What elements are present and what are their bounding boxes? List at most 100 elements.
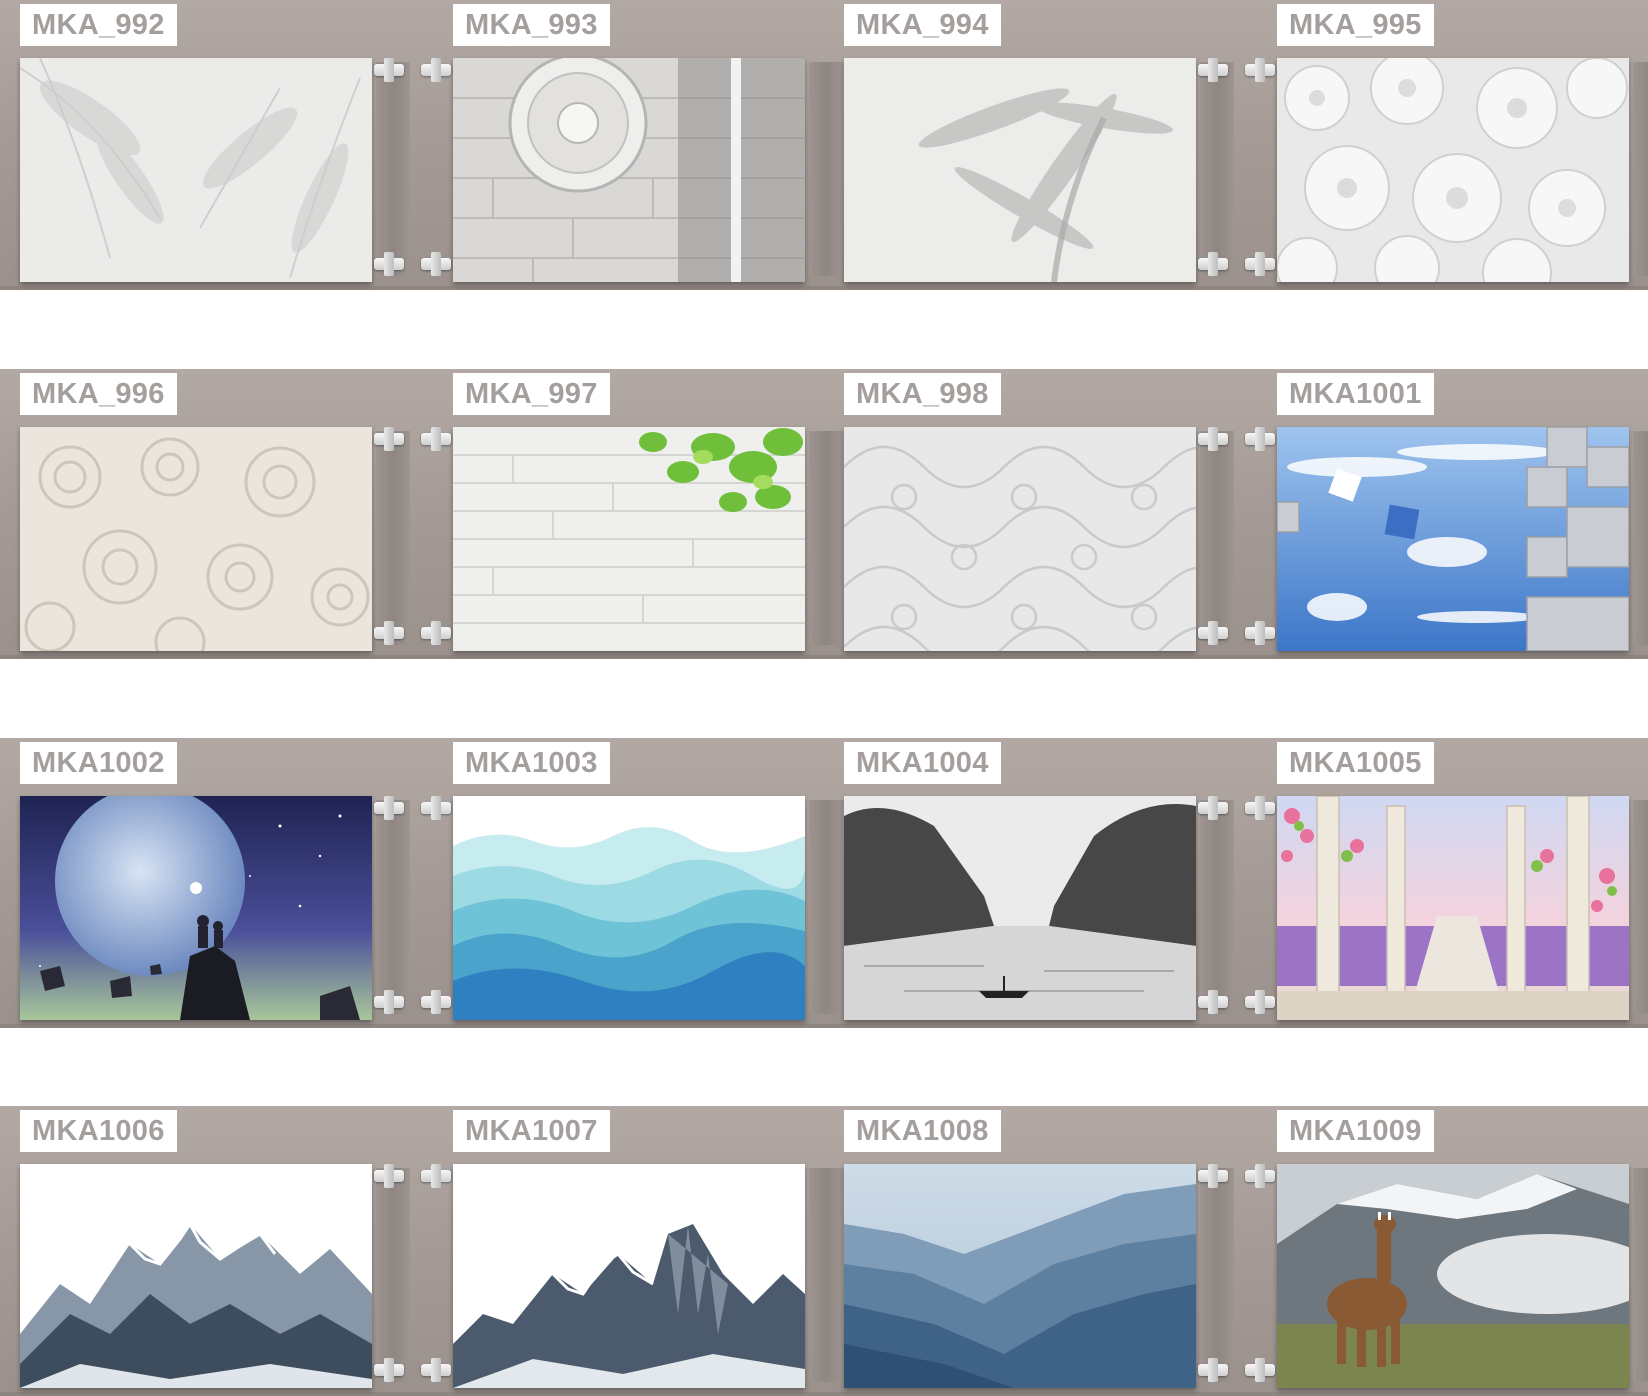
- catalog-row-3: MKA1002 MKA1003 MKA1004 MKA1005: [0, 738, 1648, 1028]
- product-card-mka1001[interactable]: MKA1001: [1245, 369, 1648, 659]
- radiator-valve: [1245, 1358, 1275, 1382]
- product-code: MKA_998: [844, 373, 1001, 415]
- radiator-valve: [1245, 252, 1275, 276]
- radiator-valve: [1245, 427, 1275, 451]
- product-card-mka1005[interactable]: MKA1005: [1245, 738, 1648, 1028]
- product-card-mka1004[interactable]: MKA1004: [844, 738, 1244, 1028]
- radiator-panel-white-brick-ivy: [453, 427, 805, 651]
- radiator-valve: [1245, 796, 1275, 820]
- radiator-panel-blue-watercolor-mountains: [453, 796, 805, 1020]
- product-card-mka1009[interactable]: MKA1009: [1245, 1106, 1648, 1396]
- radiator-panel-brick-rosette: [453, 58, 805, 282]
- radiator-valve: [421, 58, 451, 82]
- product-card-mka1003[interactable]: MKA1003: [421, 738, 853, 1028]
- radiator-valve: [421, 252, 451, 276]
- product-code: MKA_996: [20, 373, 177, 415]
- radiator-panel-sky-puzzle: [1277, 427, 1629, 651]
- radiator-panel-llama-mountains: [1277, 1164, 1629, 1388]
- radiator-pipe: [1200, 431, 1234, 645]
- radiator-valve: [374, 58, 404, 82]
- product-code: MKA_997: [453, 373, 610, 415]
- radiator-panel-palm-leaves-shadow: [20, 58, 372, 282]
- radiator-valve: [1198, 58, 1228, 82]
- radiator-valve: [374, 1358, 404, 1382]
- product-card-mka-998[interactable]: MKA_998: [844, 369, 1244, 659]
- radiator-valve: [1245, 621, 1275, 645]
- product-code: MKA_995: [1277, 4, 1434, 46]
- product-code: MKA_994: [844, 4, 1001, 46]
- product-code: MKA1006: [20, 1110, 177, 1152]
- radiator-panel-colonnade-lavender: [1277, 796, 1629, 1020]
- radiator-pipe: [376, 1168, 410, 1382]
- product-card-mka1008[interactable]: MKA1008: [844, 1106, 1244, 1396]
- product-card-mka-993[interactable]: MKA_993: [421, 0, 853, 290]
- radiator-valve: [421, 621, 451, 645]
- radiator-panel-white-flowers: [1277, 58, 1629, 282]
- product-card-mka1006[interactable]: MKA1006: [20, 1106, 420, 1396]
- radiator-valve: [374, 990, 404, 1014]
- radiator-pipe: [1633, 800, 1648, 1014]
- radiator-panel-moon-children: [20, 796, 372, 1020]
- radiator-panel-plaster-roses: [20, 427, 372, 651]
- radiator-valve: [1198, 427, 1228, 451]
- radiator-valve: [374, 252, 404, 276]
- radiator-pipe: [809, 800, 843, 1014]
- radiator-pipe: [376, 800, 410, 1014]
- product-code: MKA_992: [20, 4, 177, 46]
- radiator-valve: [421, 1358, 451, 1382]
- radiator-pipe: [1633, 1168, 1648, 1382]
- radiator-valve: [1198, 1358, 1228, 1382]
- product-card-mka-995[interactable]: MKA_995: [1245, 0, 1648, 290]
- radiator-pipe: [376, 431, 410, 645]
- product-code: MKA1007: [453, 1110, 610, 1152]
- product-code: MKA1008: [844, 1110, 1001, 1152]
- product-code: MKA1004: [844, 742, 1001, 784]
- radiator-pipe: [376, 62, 410, 276]
- product-card-mka-992[interactable]: MKA_992: [20, 0, 420, 290]
- radiator-valve: [421, 427, 451, 451]
- radiator-valve: [1198, 1164, 1228, 1188]
- radiator-valve: [374, 796, 404, 820]
- radiator-panel-palm-shadow: [844, 58, 1196, 282]
- product-code: MKA1009: [1277, 1110, 1434, 1152]
- catalog-row-2: MKA_996 MKA_997 MKA_998 MKA1001: [0, 369, 1648, 659]
- product-code: MKA1005: [1277, 742, 1434, 784]
- product-card-mka-997[interactable]: MKA_997: [421, 369, 853, 659]
- radiator-valve: [1198, 990, 1228, 1014]
- radiator-pipe: [1200, 62, 1234, 276]
- radiator-valve: [374, 427, 404, 451]
- radiator-valve: [1198, 796, 1228, 820]
- radiator-valve: [421, 796, 451, 820]
- radiator-pipe: [1633, 431, 1648, 645]
- radiator-pipe: [809, 62, 843, 276]
- product-card-mka1007[interactable]: MKA1007: [421, 1106, 853, 1396]
- catalog-row-4: MKA1006 MKA1007 MKA1008 MKA1009: [0, 1106, 1648, 1396]
- product-code: MKA1003: [453, 742, 610, 784]
- product-card-mka-994[interactable]: MKA_994: [844, 0, 1244, 290]
- radiator-pipe: [809, 1168, 843, 1382]
- product-code: MKA1002: [20, 742, 177, 784]
- radiator-panel-damask-relief: [844, 427, 1196, 651]
- radiator-panel-ink-river: [844, 796, 1196, 1020]
- radiator-valve: [1198, 252, 1228, 276]
- radiator-valve: [1245, 990, 1275, 1014]
- radiator-pipe: [1633, 62, 1648, 276]
- radiator-panel-misty-blue-valley: [844, 1164, 1196, 1388]
- radiator-valve: [1245, 1164, 1275, 1188]
- product-card-mka-996[interactable]: MKA_996: [20, 369, 420, 659]
- radiator-valve: [1245, 58, 1275, 82]
- product-code: MKA_993: [453, 4, 610, 46]
- radiator-valve: [421, 1164, 451, 1188]
- radiator-valve: [421, 990, 451, 1014]
- product-card-mka1002[interactable]: MKA1002: [20, 738, 420, 1028]
- radiator-panel-rocky-mountains: [453, 1164, 805, 1388]
- radiator-panel-snowy-peaks: [20, 1164, 372, 1388]
- product-code: MKA1001: [1277, 373, 1434, 415]
- radiator-valve: [374, 621, 404, 645]
- radiator-valve: [1198, 621, 1228, 645]
- radiator-pipe: [1200, 800, 1234, 1014]
- radiator-pipe: [1200, 1168, 1234, 1382]
- radiator-valve: [374, 1164, 404, 1188]
- catalog-row-1: MKA_992 MKA_993 MKA_994 MKA_995: [0, 0, 1648, 290]
- radiator-pipe: [809, 431, 843, 645]
